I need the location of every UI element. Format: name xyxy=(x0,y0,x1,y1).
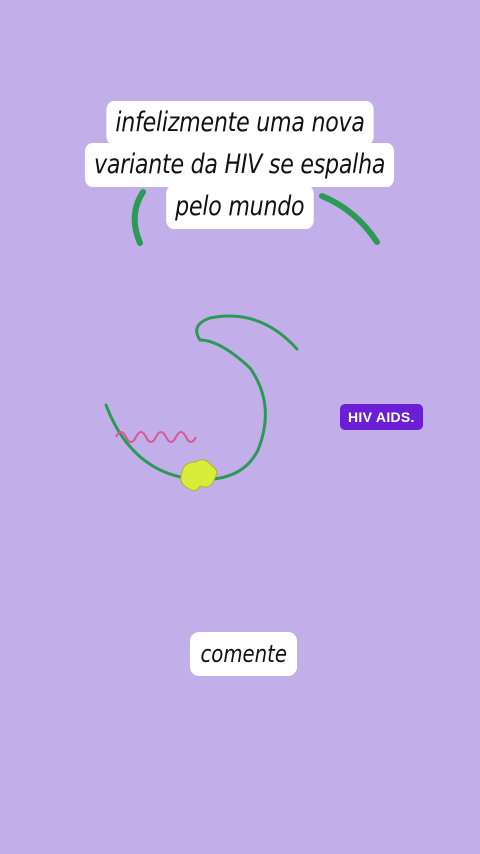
virus-strand xyxy=(104,314,299,481)
video-frame: infelizmente uma nova variante da HIV se… xyxy=(0,0,480,854)
hiv-aids-badge: HIV AIDS. xyxy=(340,404,423,430)
caption-line-1: infelizmente uma nova xyxy=(106,101,374,145)
caption: infelizmente uma nova variante da HIV se… xyxy=(0,101,480,229)
comment-prompt: comente xyxy=(190,632,297,676)
rna-strand xyxy=(115,431,197,443)
caption-line-3: pelo mundo xyxy=(166,185,314,229)
caption-line-2: variante da HIV se espalha xyxy=(85,143,395,187)
enzyme-blob xyxy=(180,459,218,492)
comment-label: comente xyxy=(200,640,287,668)
